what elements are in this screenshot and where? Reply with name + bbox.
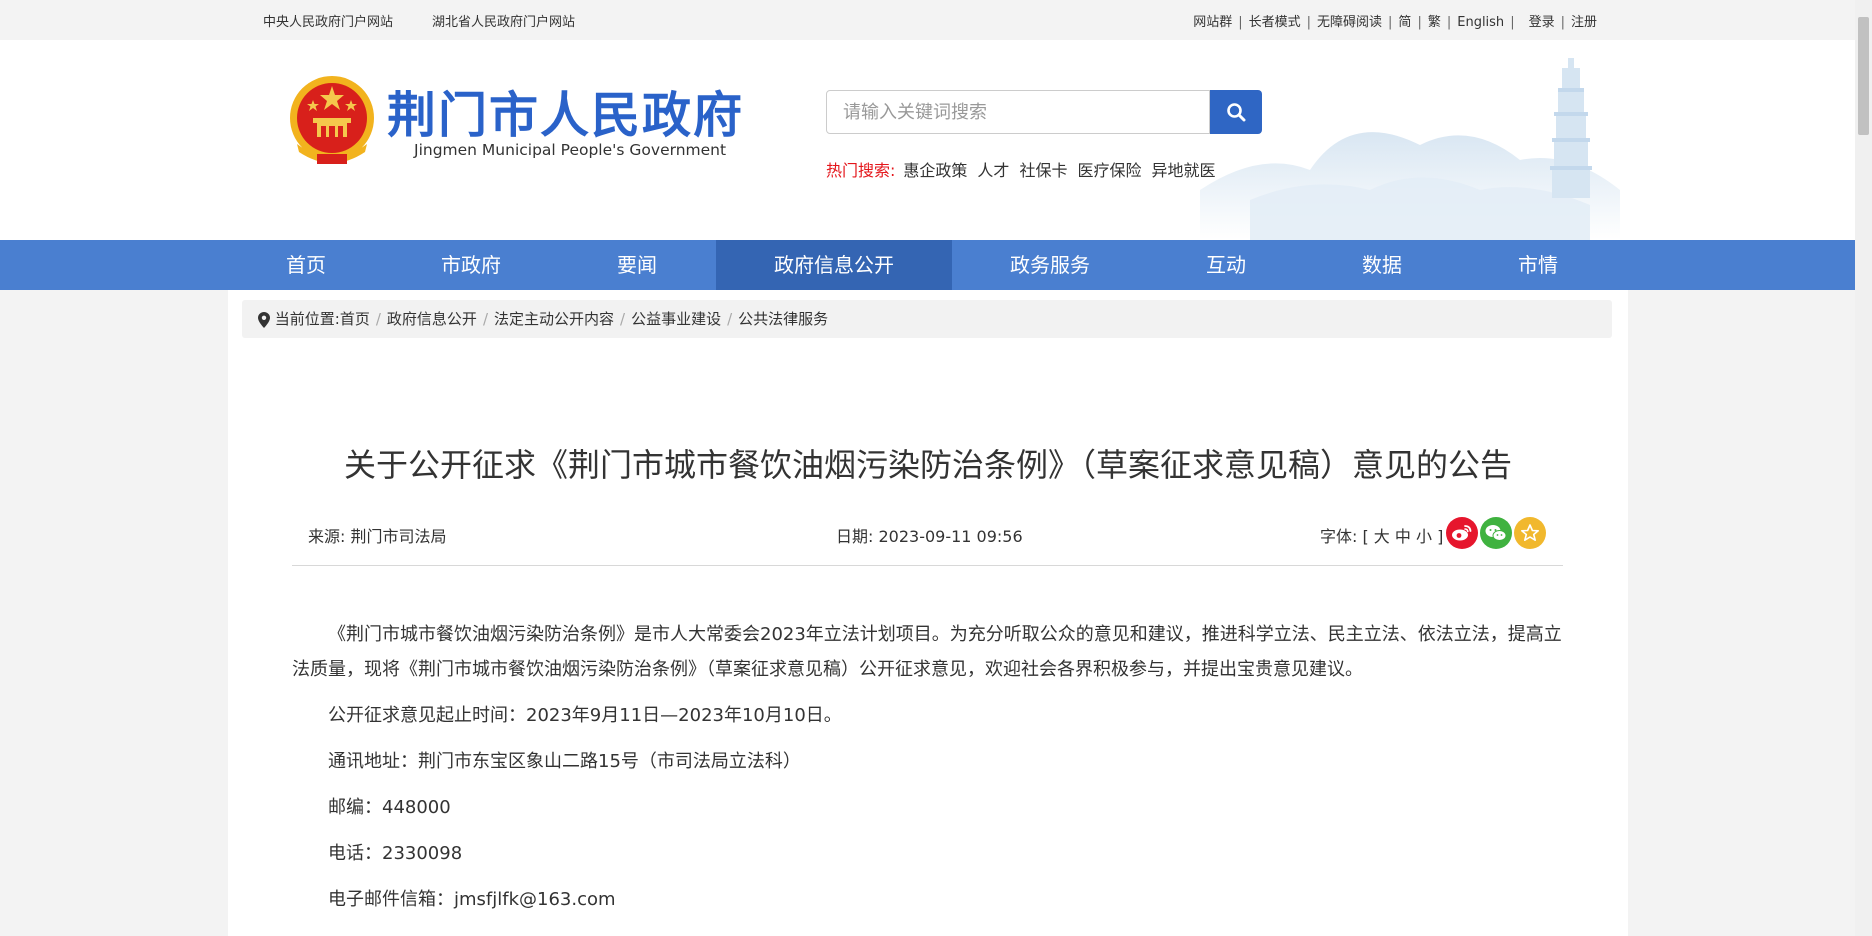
national-emblem-logo bbox=[290, 76, 374, 164]
hot-item-medical-insurance[interactable]: 医疗保险 bbox=[1077, 161, 1141, 180]
top-right-links: 网站群 | 长者模式 | 无障碍阅读 | 简 | 繁 | English | 登录 | 注册 bbox=[1193, 11, 1597, 30]
share-weibo-button[interactable] bbox=[1446, 517, 1478, 549]
link-accessible[interactable]: 无障碍阅读 bbox=[1317, 11, 1382, 30]
nav-home[interactable]: 首页 bbox=[276, 240, 336, 290]
favorite-star-button[interactable] bbox=[1514, 517, 1546, 549]
hot-item-enterprise-policy[interactable]: 惠企政策 bbox=[903, 161, 967, 180]
link-login[interactable]: 登录 bbox=[1529, 11, 1555, 30]
nav-city-gov[interactable]: 市政府 bbox=[431, 240, 511, 290]
hot-item-social-card[interactable]: 社保卡 bbox=[1019, 161, 1067, 180]
hot-search-label: 热门搜索: bbox=[826, 161, 896, 180]
article-date: 日期: 2023-09-11 09:56 bbox=[836, 527, 1023, 546]
nav-news[interactable]: 要闻 bbox=[607, 240, 667, 290]
article-source: 来源: 荆门市司法局 bbox=[308, 527, 447, 546]
nav-city-info[interactable]: 市情 bbox=[1508, 240, 1568, 290]
nav-interaction[interactable]: 互动 bbox=[1196, 240, 1256, 290]
breadcrumb-gov-info[interactable]: 政府信息公开 bbox=[387, 310, 477, 328]
favorite-star-icon bbox=[1520, 524, 1540, 542]
weibo-icon bbox=[1452, 525, 1472, 541]
site-subtitle: Jingmen Municipal People's Government bbox=[414, 141, 727, 159]
search-icon bbox=[1227, 103, 1246, 122]
article-paragraph: 《荆门市城市餐饮油烟污染防治条例》是市人大常委会2023年立法计划项目。为充分听… bbox=[292, 624, 1562, 680]
link-simplified[interactable]: 简 bbox=[1398, 11, 1411, 30]
article-postcode: 邮编：448000 bbox=[328, 797, 451, 818]
scenery-pagoda-image bbox=[1200, 58, 1620, 240]
wechat-icon bbox=[1485, 525, 1507, 541]
article-consultation-period: 公开征求意见起止时间：2023年9月11日—2023年10月10日。 bbox=[328, 705, 842, 726]
link-site-group[interactable]: 网站群 bbox=[1193, 11, 1232, 30]
share-wechat-button[interactable] bbox=[1480, 517, 1512, 549]
scrollbar-thumb[interactable] bbox=[1858, 17, 1869, 135]
link-hubei-gov[interactable]: 湖北省人民政府门户网站 bbox=[432, 11, 575, 30]
breadcrumb-statutory[interactable]: 法定主动公开内容 bbox=[494, 310, 614, 328]
main-nav: 首页 市政府 要闻 政府信息公开 政务服务 互动 数据 市情 bbox=[0, 240, 1855, 290]
article-title: 关于公开征求《荆门市城市餐饮油烟污染防治条例》（草案征求意见稿）意见的公告 bbox=[343, 446, 1512, 484]
article-email: 电子邮件信箱：jmsfjlfk@163.com bbox=[328, 889, 616, 910]
breadcrumb-home[interactable]: 首页 bbox=[340, 310, 370, 328]
search-button[interactable] bbox=[1210, 90, 1262, 134]
hot-search: 热门搜索: 惠企政策 人才 社保卡 医疗保险 异地就医 bbox=[826, 157, 1225, 181]
location-pin-icon bbox=[258, 311, 270, 328]
hot-item-remote-medical[interactable]: 异地就医 bbox=[1151, 161, 1215, 180]
breadcrumb-legal-service[interactable]: 公共法律服务 bbox=[738, 310, 828, 328]
page-scrollbar[interactable] bbox=[1855, 0, 1872, 936]
site-header: 荆门市人民政府 Jingmen Municipal People's Gover… bbox=[0, 40, 1855, 240]
link-central-gov[interactable]: 中央人民政府门户网站 bbox=[263, 11, 393, 30]
site-title: 荆门市人民政府 bbox=[387, 87, 745, 144]
article-phone: 电话：2330098 bbox=[328, 843, 463, 864]
nav-gov-services[interactable]: 政务服务 bbox=[1000, 240, 1100, 290]
nav-gov-info-public[interactable]: 政府信息公开 bbox=[716, 240, 952, 290]
link-register[interactable]: 注册 bbox=[1571, 11, 1597, 30]
article-body: 《荆门市城市餐饮油烟污染防治条例》是市人大常委会2023年立法计划项目。为充分听… bbox=[292, 617, 1563, 928]
breadcrumb-label: 当前位置: bbox=[274, 310, 340, 328]
article-address: 通讯地址：荆门市东宝区象山二路15号（市司法局立法科） bbox=[328, 751, 801, 772]
title-divider bbox=[292, 565, 1563, 566]
hot-item-talent[interactable]: 人才 bbox=[977, 161, 1009, 180]
link-traditional[interactable]: 繁 bbox=[1428, 11, 1441, 30]
link-english[interactable]: English bbox=[1457, 15, 1504, 30]
search-input[interactable] bbox=[826, 90, 1210, 134]
link-elder-mode[interactable]: 长者模式 bbox=[1249, 11, 1301, 30]
breadcrumb-public-welfare[interactable]: 公益事业建设 bbox=[631, 310, 721, 328]
top-bar: 中央人民政府门户网站 湖北省人民政府门户网站 网站群 | 长者模式 | 无障碍阅读 | 简 |… bbox=[0, 0, 1855, 40]
nav-data[interactable]: 数据 bbox=[1352, 240, 1412, 290]
font-size-control[interactable]: 字体: [ 大 中 小 ] bbox=[1320, 523, 1443, 547]
breadcrumb: 当前位置:首页 / 政府信息公开 / 法定主动公开内容 / 公益事业建设 / 公共法律服务 bbox=[242, 300, 1612, 338]
